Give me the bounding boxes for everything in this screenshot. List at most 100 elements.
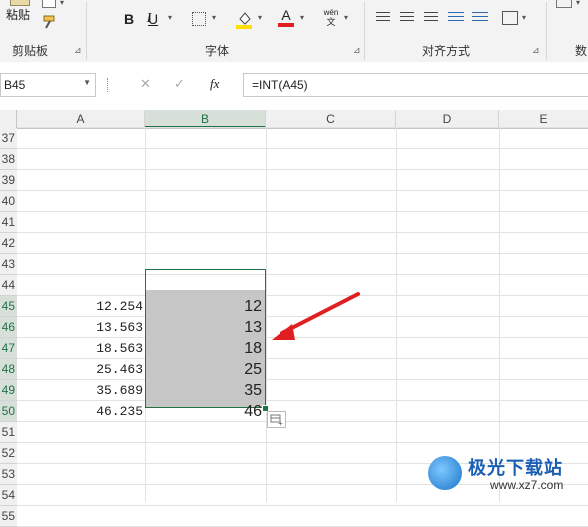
bold-button[interactable]: B	[122, 8, 136, 30]
font-launcher-icon[interactable]: ⊿	[353, 45, 361, 56]
alignment-launcher-icon[interactable]: ⊿	[532, 45, 540, 56]
formula-bar-grip[interactable]	[107, 78, 110, 92]
row-header[interactable]: 48	[0, 359, 17, 380]
cell-a[interactable]: 18.563	[17, 338, 143, 359]
font-color-glyph: A	[281, 7, 291, 23]
cell-b[interactable]: 18	[145, 338, 262, 359]
paste-button[interactable]: 粘贴	[4, 0, 34, 34]
cell-b[interactable]: 13	[145, 317, 262, 338]
cell-a[interactable]: 12.254	[17, 296, 143, 317]
clipboard-group-label: 剪贴板	[12, 44, 49, 58]
font-color-dropdown-icon[interactable]: ▾	[300, 13, 304, 22]
ribbon-separator	[546, 2, 547, 60]
row-number: 46	[1, 320, 15, 334]
column-header-b[interactable]: B	[145, 110, 266, 128]
row-header[interactable]: 47	[0, 338, 17, 359]
formula-tools: ✕ ✓ fx	[130, 73, 236, 97]
row-header[interactable]: 53	[0, 464, 17, 485]
cell-a[interactable]: 25.463	[17, 359, 143, 380]
column-header-c[interactable]: C	[266, 110, 396, 128]
cancel-icon[interactable]: ✕	[140, 76, 151, 92]
column-header-a[interactable]: A	[17, 110, 145, 128]
column-header-e[interactable]: E	[499, 110, 588, 128]
row-header[interactable]: 46	[0, 317, 17, 338]
row-header[interactable]: 54	[0, 485, 17, 506]
select-all-corner[interactable]	[0, 110, 17, 128]
paste-label: 粘贴	[6, 8, 31, 22]
name-box[interactable]: B45 ▼	[0, 73, 96, 97]
cell-a[interactable]: 35.689	[17, 380, 143, 401]
alignment-group-label: 对齐方式	[422, 44, 471, 58]
number-format-dropdown-icon[interactable]: ▾	[576, 0, 580, 7]
row-header[interactable]: 42	[0, 233, 17, 254]
row-header[interactable]: 43	[0, 254, 17, 275]
align-right-icon[interactable]	[424, 12, 438, 24]
align-center-icon[interactable]	[400, 12, 414, 24]
merge-dropdown-icon[interactable]: ▾	[522, 13, 526, 22]
borders-dropdown-icon[interactable]: ▾	[212, 13, 216, 22]
fill-color-icon[interactable]	[236, 9, 252, 29]
quick-analysis-icon: +	[270, 414, 283, 427]
grid-row-line	[17, 148, 588, 149]
svg-text:+: +	[278, 419, 283, 427]
row-number: 52	[1, 446, 15, 460]
clipboard-launcher-icon[interactable]: ⊿	[74, 45, 82, 56]
cell-b[interactable]: 46	[145, 401, 262, 422]
cell-b[interactable]: 12	[145, 296, 262, 317]
row-header[interactable]: 55	[0, 506, 17, 527]
row-header[interactable]: 38	[0, 149, 17, 170]
phonetic-icon[interactable]: wén 文	[322, 8, 340, 30]
row-number: 43	[1, 257, 15, 271]
quick-analysis-button[interactable]: +	[267, 411, 286, 428]
name-box-dropdown-icon[interactable]: ▼	[83, 78, 91, 87]
phonetic-pinyin: wén	[323, 8, 339, 17]
increase-indent-icon[interactable]	[472, 12, 488, 24]
row-number: 38	[1, 152, 15, 166]
number-format-icon[interactable]	[556, 0, 572, 8]
format-painter-icon[interactable]	[42, 14, 58, 30]
cell-b[interactable]: 25	[145, 359, 262, 380]
name-box-value: B45	[4, 78, 26, 92]
row-header[interactable]: 40	[0, 191, 17, 212]
font-color-icon[interactable]: A	[278, 7, 294, 29]
formula-input[interactable]: =INT(A45)	[243, 73, 588, 97]
row-header[interactable]: 45	[0, 296, 17, 317]
ribbon: 粘贴 ▾ 剪贴板 ⊿ B I U ▾ ▾ ▾ A ▾ wén 文 ▾ 字体 ⊿ …	[0, 0, 588, 63]
cell-b[interactable]: 35	[145, 380, 262, 401]
row-number: 53	[1, 467, 15, 481]
row-header[interactable]: 50	[0, 401, 17, 422]
insert-function-icon[interactable]: fx	[210, 76, 219, 92]
grid-row-line	[17, 274, 588, 275]
underline-dropdown-icon[interactable]: ▾	[168, 13, 172, 22]
row-header[interactable]: 52	[0, 443, 17, 464]
row-header[interactable]: 37	[0, 128, 17, 149]
row-header[interactable]: 49	[0, 380, 17, 401]
copy-icon[interactable]	[42, 0, 56, 8]
grid-row-line	[17, 190, 588, 191]
grid-column-line	[396, 128, 397, 502]
row-number: 45	[1, 299, 15, 313]
row-header[interactable]: 44	[0, 275, 17, 296]
phonetic-dropdown-icon[interactable]: ▾	[344, 13, 348, 22]
row-number: 41	[1, 215, 15, 229]
row-header[interactable]: 41	[0, 212, 17, 233]
cell-a[interactable]: 46.235	[17, 401, 143, 422]
ribbon-separator	[86, 2, 87, 60]
underline-button[interactable]: U	[146, 8, 160, 30]
formula-text: =INT(A45)	[252, 78, 308, 92]
grid-row-line	[17, 253, 588, 254]
decrease-indent-icon[interactable]	[448, 12, 464, 24]
enter-icon[interactable]: ✓	[174, 76, 185, 92]
row-header[interactable]: 39	[0, 170, 17, 191]
merge-center-icon[interactable]	[502, 11, 518, 25]
row-header[interactable]: 51	[0, 422, 17, 443]
align-left-icon[interactable]	[376, 12, 390, 24]
fill-color-dropdown-icon[interactable]: ▾	[258, 13, 262, 22]
row-number: 39	[1, 173, 15, 187]
row-number: 37	[1, 131, 15, 145]
column-header-d[interactable]: D	[396, 110, 499, 128]
cell-a[interactable]: 13.563	[17, 317, 143, 338]
borders-icon[interactable]	[192, 12, 206, 26]
watermark-url: www.xz7.com	[490, 478, 564, 492]
copy-dropdown-icon[interactable]: ▾	[60, 0, 64, 7]
